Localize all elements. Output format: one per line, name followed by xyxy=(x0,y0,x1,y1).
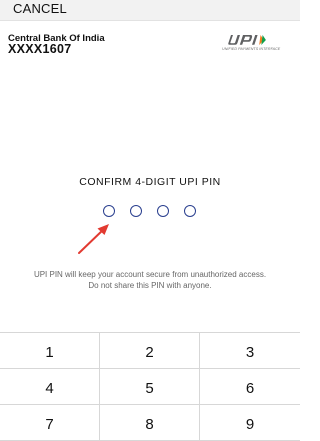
pin-info-text: UPI PIN will keep your account secure fr… xyxy=(0,269,300,291)
keypad-key-label: 2 xyxy=(145,344,154,361)
keypad-key-5[interactable]: 5 xyxy=(100,369,200,405)
upi-tagline: UNIFIED PAYMENTS INTERFACE xyxy=(222,47,281,51)
keypad-key-7[interactable]: 7 xyxy=(0,405,100,441)
numeric-keypad: 1 2 3 4 5 6 7 8 9 xyxy=(0,332,300,441)
keypad-key-4[interactable]: 4 xyxy=(0,369,100,405)
annotation-arrow-icon xyxy=(78,224,109,254)
keypad-key-3[interactable]: 3 xyxy=(200,333,300,369)
top-bar: CANCEL xyxy=(0,0,300,21)
keypad-key-label: 3 xyxy=(245,344,255,361)
account-number: XXXX1607 xyxy=(8,42,72,56)
keypad-key-label: 4 xyxy=(45,380,54,397)
keypad-key-8[interactable]: 8 xyxy=(100,405,200,441)
keypad-key-6[interactable]: 6 xyxy=(200,369,300,405)
keypad-key-label: 9 xyxy=(245,416,255,433)
keypad-key-label: 6 xyxy=(245,380,255,397)
pin-digit-circle xyxy=(130,205,142,217)
cancel-button[interactable]: CANCEL xyxy=(13,1,67,16)
keypad-key-label: 7 xyxy=(45,416,54,433)
upi-logo: UNIFIED PAYMENTS INTERFACE xyxy=(222,34,290,52)
keypad-key-label: 8 xyxy=(145,416,154,433)
keypad-key-1[interactable]: 1 xyxy=(0,333,100,369)
keypad-key-9[interactable]: 9 xyxy=(200,405,300,441)
pin-input[interactable] xyxy=(103,205,197,220)
keypad-key-2[interactable]: 2 xyxy=(100,333,200,369)
pin-info-line-2: Do not share this PIN with anyone. xyxy=(88,281,212,290)
pin-digit-circle xyxy=(184,205,196,217)
keypad-key-label: 5 xyxy=(145,380,154,397)
upi-logo-mark xyxy=(228,35,266,45)
pin-digit-circle xyxy=(157,205,169,217)
keypad-key-label: 1 xyxy=(45,344,54,361)
pin-info-line-1: UPI PIN will keep your account secure fr… xyxy=(33,270,267,279)
pin-digit-circle xyxy=(103,205,115,217)
pin-title: CONFIRM 4-DIGIT UPI PIN xyxy=(79,176,221,188)
